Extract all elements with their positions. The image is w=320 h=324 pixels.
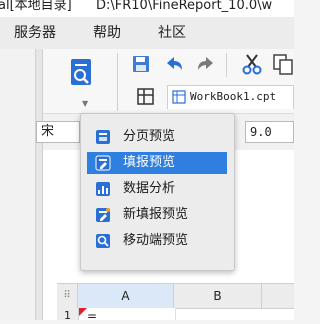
undo-icon <box>167 57 182 70</box>
save-icon <box>133 56 149 72</box>
workbook-icon <box>172 90 186 104</box>
window-title-path: D:\FR10\FineReport_10.0\w <box>96 0 273 13</box>
preview-menu: 分页预览 填报预览 数据分析 新填报预览 移动端预览 <box>80 113 235 271</box>
left-panel-gutter[interactable] <box>35 49 42 320</box>
undo-button[interactable] <box>163 54 185 74</box>
preview-icon <box>71 59 91 85</box>
window-title-bar: al[本地目录] D:\FR10\FineReport_10.0\w <box>0 0 294 17</box>
menu-item-label: 新填报预览 <box>123 207 189 222</box>
tab-workbook-label: WorkBook1.cpt <box>190 90 277 103</box>
grid-icon <box>137 88 154 105</box>
column-header-b[interactable]: B <box>174 284 262 308</box>
menu-bar: 服务器 帮助 社区 <box>0 17 294 50</box>
cell-marker-icon <box>79 308 87 316</box>
column-header-a[interactable]: A <box>78 284 174 308</box>
data-analysis-icon <box>96 182 110 196</box>
font-name-select[interactable]: 宋 <box>36 121 80 143</box>
fill-preview-icon <box>95 155 111 171</box>
scissors-icon <box>242 54 262 75</box>
redo-icon <box>198 57 213 70</box>
menu-item-page-preview[interactable]: 分页预览 <box>87 126 227 148</box>
preview-dropdown-arrow-icon[interactable]: ▼ <box>82 99 88 108</box>
menu-item-new-fill-preview[interactable]: 新填报预览 <box>87 204 227 226</box>
menu-item-label: 分页预览 <box>123 129 176 144</box>
menu-item-data-analysis[interactable]: 数据分析 <box>87 178 227 200</box>
left-panel <box>0 49 43 320</box>
page-preview-icon <box>96 130 110 144</box>
font-size-field[interactable]: 9.0 <box>245 121 294 143</box>
copy-button[interactable] <box>271 53 294 75</box>
toolbar-separator <box>226 53 227 77</box>
menu-item-label: 填报预览 <box>123 155 176 170</box>
menu-server[interactable]: 服务器 <box>14 24 56 42</box>
menu-help[interactable]: 帮助 <box>93 24 121 42</box>
preview-button[interactable] <box>67 57 95 89</box>
mobile-preview-icon <box>96 234 110 248</box>
copy-icon <box>273 54 293 75</box>
cell-a1[interactable]: = <box>79 308 176 323</box>
cut-button[interactable] <box>241 53 263 75</box>
menu-item-fill-preview[interactable]: 填报预览 <box>87 152 227 174</box>
menu-item-label: 移动端预览 <box>123 233 189 248</box>
menu-item-label: 数据分析 <box>123 181 176 196</box>
menu-community[interactable]: 社区 <box>158 24 186 42</box>
row-header-1[interactable]: 1 <box>57 308 79 322</box>
new-fill-preview-icon <box>96 208 110 222</box>
save-button[interactable] <box>131 54 151 74</box>
toolbar-separator <box>117 53 118 111</box>
menu-item-mobile-preview[interactable]: 移动端预览 <box>87 230 227 252</box>
insert-grid-button[interactable] <box>136 87 156 107</box>
window-title-text: al[本地目录] <box>0 0 72 13</box>
tab-workbook[interactable]: WorkBook1.cpt <box>167 85 294 109</box>
redo-button[interactable] <box>195 54 217 74</box>
column-header-row: ⠿ A B <box>57 283 294 309</box>
toolbar: ▼ WorkBook1.cpt <box>43 49 294 113</box>
cell-a1-value: = <box>87 309 98 323</box>
select-all-corner[interactable]: ⠿ <box>57 284 78 308</box>
